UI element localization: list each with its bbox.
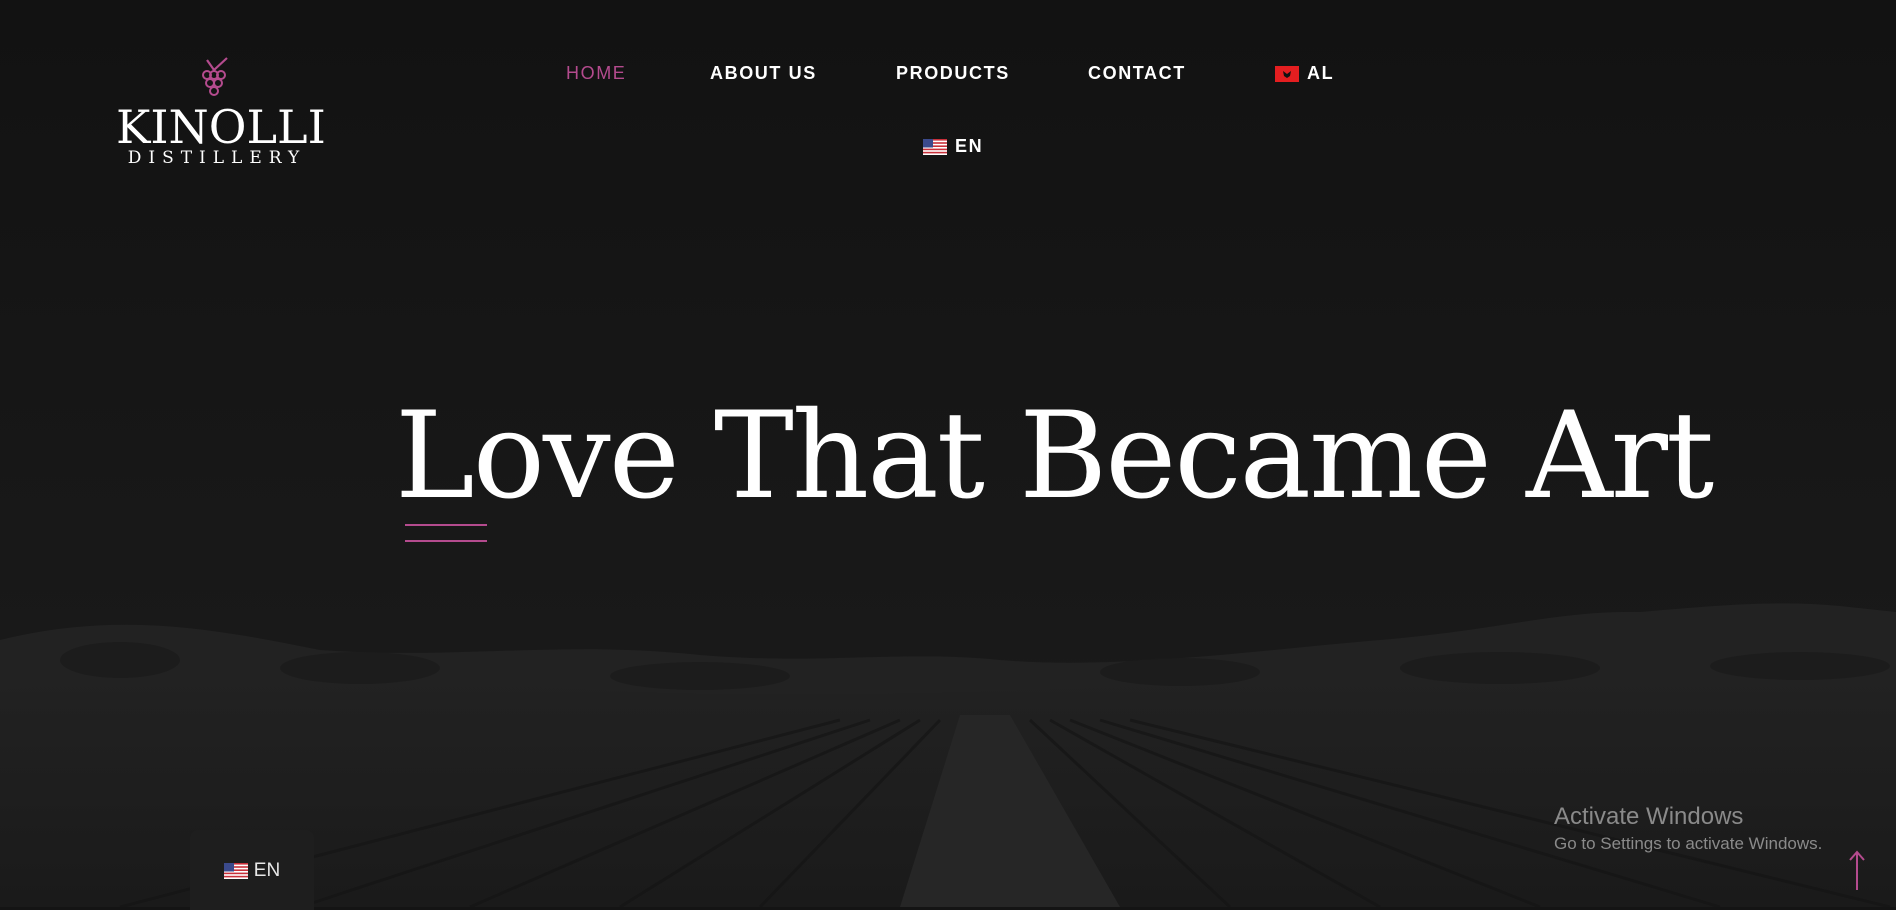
main-navigation: HOME ABOUT US PRODUCTS CONTACT AL EN (0, 0, 1896, 180)
hero-headline: Love That Became Art (395, 387, 1714, 526)
arrow-up-icon (1849, 850, 1865, 890)
albania-flag-icon (1275, 65, 1299, 82)
nav-item-home[interactable]: HOME (566, 63, 626, 84)
nav-item-contact[interactable]: CONTACT (1088, 63, 1186, 84)
windows-activation-watermark: Activate Windows Go to Settings to activ… (1554, 802, 1822, 856)
scroll-to-top-button[interactable] (1845, 848, 1869, 896)
watermark-title: Activate Windows (1554, 803, 1744, 830)
nav-item-about-us[interactable]: ABOUT US (710, 63, 817, 84)
us-flag-icon (223, 863, 248, 879)
us-flag-icon (923, 138, 947, 155)
headline-accent-divider (405, 524, 487, 556)
watermark-subtitle: Go to Settings to activate Windows. (1554, 834, 1823, 853)
nav-lang-al[interactable]: AL (1275, 63, 1334, 84)
language-switcher-label: EN (253, 860, 281, 881)
nav-lang-al-label: AL (1307, 63, 1335, 83)
language-switcher-widget[interactable]: EN (190, 830, 314, 910)
nav-lang-en[interactable]: EN (923, 136, 983, 157)
nav-lang-en-label: EN (955, 136, 984, 156)
nav-item-products[interactable]: PRODUCTS (896, 63, 1010, 84)
